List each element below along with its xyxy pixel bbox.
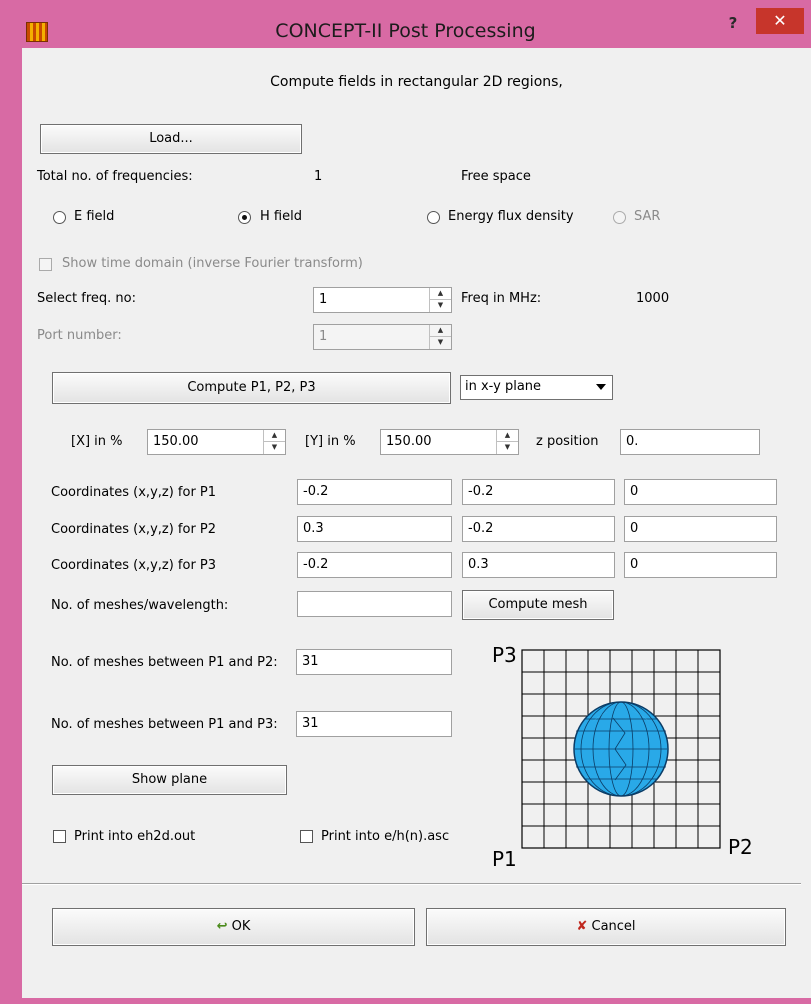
- meshes-p1-p2-label: No. of meshes between P1 and P2:: [51, 655, 278, 670]
- plane-select-value: in x-y plane: [465, 379, 542, 394]
- p3-z-input[interactable]: 0: [624, 552, 777, 578]
- e-field-label: E field: [74, 209, 115, 224]
- show-plane-button[interactable]: Show plane: [52, 765, 287, 795]
- cancel-icon: ✘: [576, 919, 588, 934]
- y-extent-spinner[interactable]: ▲ ▼: [496, 430, 518, 454]
- p2-label: P2: [728, 835, 753, 859]
- load-button[interactable]: Load...: [40, 124, 302, 154]
- port-number-value: 1: [319, 329, 328, 344]
- total-freq-value: 1: [314, 169, 323, 184]
- p3-y-input[interactable]: 0.3: [462, 552, 615, 578]
- ok-label: OK: [231, 919, 251, 934]
- port-number-spinner[interactable]: ▲ ▼: [429, 325, 451, 349]
- port-number-label: Port number:: [37, 328, 122, 343]
- select-freq-label: Select freq. no:: [37, 291, 136, 306]
- p2-z-input[interactable]: 0: [624, 516, 777, 542]
- divider: [22, 883, 801, 885]
- h-field-radio[interactable]: [238, 211, 251, 224]
- medium-label: Free space: [461, 169, 531, 184]
- sar-radio[interactable]: [613, 211, 626, 224]
- p1-label: P1: [492, 847, 517, 868]
- p3-coords-label: Coordinates (x,y,z) for P3: [51, 558, 217, 573]
- y-extent-label: [Y] in %: [305, 434, 356, 449]
- freq-mhz-label: Freq in MHz:: [461, 291, 542, 306]
- select-freq-input[interactable]: 1 ▲ ▼: [313, 287, 452, 313]
- meshes-wavelength-input[interactable]: [297, 591, 452, 617]
- plane-diagram: P3 P1 P2: [492, 643, 753, 868]
- x-extent-label: [X] in %: [71, 434, 123, 449]
- x-extent-value: 150.00: [153, 434, 199, 449]
- help-button[interactable]: ?: [723, 14, 743, 34]
- p1-y-input[interactable]: -0.2: [462, 479, 615, 505]
- dropdown-arrow-icon: [596, 384, 606, 390]
- x-extent-spinner[interactable]: ▲ ▼: [263, 430, 285, 454]
- select-freq-value: 1: [319, 292, 328, 307]
- cancel-label: Cancel: [591, 919, 636, 934]
- ok-icon: ↩: [216, 919, 228, 934]
- energy-flux-label: Energy flux density: [448, 209, 574, 224]
- sar-label: SAR: [634, 209, 661, 224]
- close-button[interactable]: ✕: [756, 8, 804, 34]
- y-extent-input[interactable]: 150.00 ▲ ▼: [380, 429, 519, 455]
- p3-label: P3: [492, 643, 517, 667]
- p1-x-input[interactable]: -0.2: [297, 479, 452, 505]
- sphere-icon: [573, 701, 669, 797]
- energy-flux-radio[interactable]: [427, 211, 440, 224]
- window-frame: CONCEPT-II Post Processing ? ✕ Compute f…: [0, 0, 811, 1004]
- print-eh2d-checkbox[interactable]: [53, 830, 66, 843]
- ok-button[interactable]: ↩ OK: [52, 908, 415, 946]
- title-bar[interactable]: CONCEPT-II Post Processing ? ✕: [0, 0, 811, 48]
- p3-x-input[interactable]: -0.2: [297, 552, 452, 578]
- meshes-p1-p3-label: No. of meshes between P1 and P3:: [51, 717, 278, 732]
- print-eh2d-label: Print into eh2d.out: [74, 829, 196, 844]
- meshes-p1-p3-input[interactable]: 31: [296, 711, 452, 737]
- p2-x-input[interactable]: 0.3: [297, 516, 452, 542]
- p2-coords-label: Coordinates (x,y,z) for P2: [51, 522, 217, 537]
- h-field-label: H field: [260, 209, 302, 224]
- print-ehn-checkbox[interactable]: [300, 830, 313, 843]
- dialog-body: Compute fields in rectangular 2D regions…: [22, 48, 811, 998]
- p2-y-input[interactable]: -0.2: [462, 516, 615, 542]
- meshes-p1-p2-input[interactable]: 31: [296, 649, 452, 675]
- window-title: CONCEPT-II Post Processing: [275, 20, 536, 42]
- time-domain-checkbox[interactable]: [39, 258, 52, 271]
- p1-z-input[interactable]: 0: [624, 479, 777, 505]
- plane-select[interactable]: in x-y plane: [460, 375, 613, 400]
- select-freq-spinner[interactable]: ▲ ▼: [429, 288, 451, 312]
- print-ehn-label: Print into e/h(n).asc: [321, 829, 450, 844]
- z-position-label: z position: [536, 434, 599, 449]
- y-extent-value: 150.00: [386, 434, 432, 449]
- total-freq-label: Total no. of frequencies:: [37, 169, 193, 184]
- compute-p1-p2-p3-button[interactable]: Compute P1, P2, P3: [52, 372, 451, 404]
- port-number-input[interactable]: 1 ▲ ▼: [313, 324, 452, 350]
- freq-mhz-value: 1000: [636, 291, 670, 306]
- cancel-button[interactable]: ✘ Cancel: [426, 908, 786, 946]
- x-extent-input[interactable]: 150.00 ▲ ▼: [147, 429, 286, 455]
- compute-mesh-button[interactable]: Compute mesh: [462, 590, 614, 620]
- header-text: Compute fields in rectangular 2D regions…: [270, 74, 563, 90]
- meshes-wavelength-label: No. of meshes/wavelength:: [51, 598, 229, 613]
- p1-coords-label: Coordinates (x,y,z) for P1: [51, 485, 217, 500]
- time-domain-label: Show time domain (inverse Fourier transf…: [62, 256, 363, 271]
- z-position-input[interactable]: 0.: [620, 429, 760, 455]
- e-field-radio[interactable]: [53, 211, 66, 224]
